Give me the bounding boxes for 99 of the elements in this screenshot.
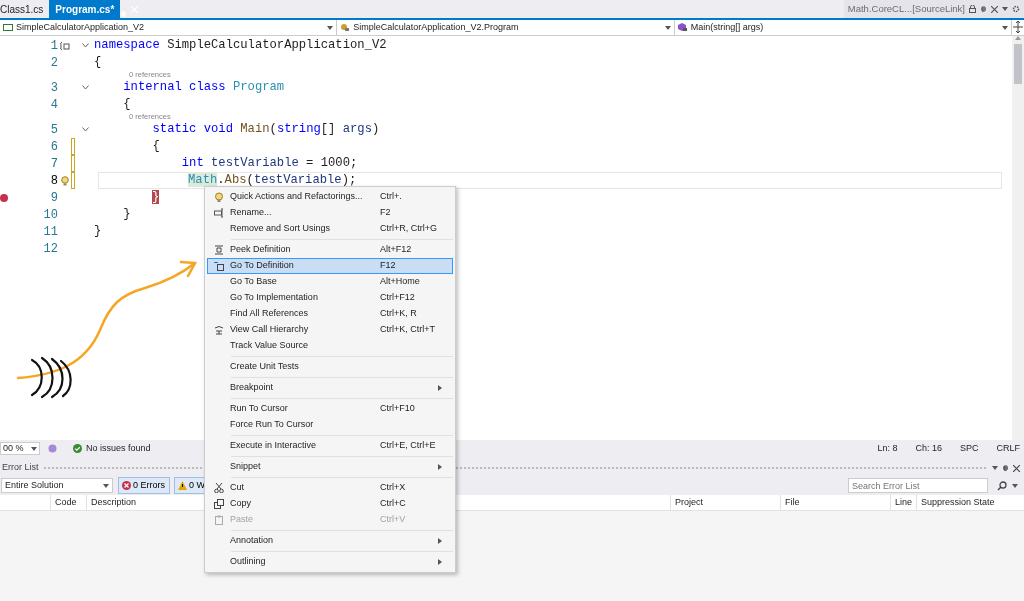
submenu-arrow-icon [438, 385, 442, 391]
menu-item[interactable]: Force Run To Cursor [207, 417, 453, 433]
settings-icon[interactable] [1012, 5, 1020, 13]
submenu-arrow-icon [438, 538, 442, 544]
goto-icon [214, 261, 224, 271]
status-text[interactable]: SPC [959, 441, 979, 456]
menu-item[interactable]: Go To Implementation Ctrl+F12 [207, 290, 453, 306]
menu-item[interactable]: Snippet [207, 459, 453, 475]
code-line: namespace SimpleCalculatorApplication_V2 [93, 37, 388, 54]
rename-icon [214, 208, 224, 218]
collapse-icon[interactable] [81, 43, 89, 48]
menu-item[interactable]: Go To Definition F12 [207, 258, 453, 274]
status-text[interactable]: Ln: 8 [877, 441, 898, 456]
line-number: 7 [49, 155, 58, 173]
scrollbar[interactable] [1012, 36, 1024, 440]
lightbulb-icon[interactable] [60, 175, 69, 186]
line-number: 9 [49, 189, 58, 207]
file-tab[interactable]: Class1.cs [0, 0, 50, 18]
peek-icon [214, 245, 224, 255]
search-icon[interactable] [997, 480, 1007, 491]
menu-item[interactable]: Go To Base Alt+Home [207, 274, 453, 290]
menu-item[interactable]: Cut Ctrl+X [207, 480, 453, 496]
column-header[interactable]: Suppression State [916, 494, 1024, 511]
column-header[interactable]: Line [890, 494, 916, 511]
column-header[interactable]: File [780, 494, 890, 511]
paste-icon [214, 515, 224, 525]
menu-item[interactable]: Copy Ctrl+C [207, 496, 453, 512]
line-number: 5 [49, 121, 58, 139]
dropdown-icon[interactable] [992, 466, 998, 470]
hierarchy-icon [214, 325, 224, 335]
code-line: { [151, 138, 161, 155]
line-number: 2 [49, 54, 58, 72]
line-number: 11 [42, 223, 58, 241]
check-icon [73, 444, 82, 453]
copy-icon [214, 499, 224, 509]
code-line: static void Main(string[] args) [151, 121, 381, 138]
line-number: 8 [49, 172, 58, 190]
code-line: { [93, 54, 103, 71]
project-icon [3, 23, 13, 32]
panel-title: Error List [1, 461, 39, 475]
search-field[interactable]: Search Error List [848, 478, 988, 493]
menu-item[interactable]: Track Value Source [207, 338, 453, 354]
collapse-icon[interactable] [81, 85, 89, 90]
preview-tab[interactable]: Math.CoreCL...[SourceLink] [843, 0, 1024, 18]
status-text[interactable]: Ch: 16 [915, 441, 942, 456]
dropdown-icon[interactable] [1012, 483, 1018, 488]
line-number: 10 [42, 206, 58, 224]
menu-item[interactable]: Execute in Interactive Ctrl+E, Ctrl+E [207, 438, 453, 454]
line-number: 6 [49, 138, 58, 156]
lightbulb-icon [214, 192, 224, 202]
menu-item[interactable]: Run To Cursor Ctrl+F10 [207, 401, 453, 417]
warning-icon [178, 481, 187, 490]
line-number: 12 [42, 240, 58, 258]
menu-item[interactable]: Breakpoint [207, 380, 453, 396]
dropdown-icon[interactable] [103, 483, 109, 488]
submenu-arrow-icon [438, 464, 442, 470]
class-icon [340, 23, 351, 32]
menu-item[interactable]: Find All References Ctrl+K, R [207, 306, 453, 322]
code-line: } [122, 206, 132, 223]
line-number: 1 [49, 37, 58, 55]
file-tab[interactable]: Program.cs* [49, 0, 121, 18]
dropdown-icon[interactable] [327, 25, 334, 30]
menu-item[interactable]: Quick Actions and Refactorings... Ctrl+. [207, 189, 453, 205]
code-line: { [122, 96, 132, 113]
lock-icon [969, 5, 976, 13]
line-number: 4 [49, 96, 58, 114]
column-header[interactable]: Project [670, 494, 780, 511]
column-header[interactable]: Code [50, 494, 86, 511]
scope-dropdown[interactable]: Entire Solution [1, 478, 113, 493]
issues-status[interactable]: No issues found [86, 441, 151, 456]
method-icon [677, 23, 688, 32]
close-icon[interactable] [991, 5, 998, 13]
error-icon [122, 481, 131, 490]
menu-item[interactable]: Create Unit Tests [207, 359, 453, 375]
code-line: } [93, 223, 103, 240]
dropdown-icon[interactable] [31, 446, 37, 451]
status-text[interactable]: CRLF [996, 441, 1020, 456]
zoom-dropdown[interactable]: 00 % [0, 442, 40, 455]
code-line: internal class Program [122, 79, 286, 96]
dropdown[interactable]: SimpleCalculatorApplication_V2 [0, 20, 338, 35]
dropdown-icon[interactable] [1002, 25, 1008, 30]
menu-item[interactable]: Annotation [207, 533, 453, 549]
menu-item[interactable]: Remove and Sort Usings Ctrl+R, Ctrl+G [207, 221, 453, 237]
dropdown-icon[interactable] [664, 25, 671, 30]
split-icon[interactable] [1012, 20, 1024, 34]
close-icon[interactable] [1013, 464, 1020, 472]
errors-filter-button[interactable]: 0 Errors [118, 477, 170, 494]
line-number: 3 [49, 79, 58, 97]
menu-item[interactable]: Outlining [207, 554, 453, 570]
outline-icon [59, 40, 70, 51]
scrollbar-thumb[interactable] [1014, 44, 1022, 84]
submenu-arrow-icon [438, 559, 442, 565]
code-line: int testVariable = 1000; [180, 155, 359, 172]
collapse-icon[interactable] [81, 127, 89, 132]
cut-icon [214, 483, 224, 493]
dropdown-icon[interactable] [1002, 7, 1008, 11]
menu-item[interactable]: Rename... F2 [207, 205, 453, 221]
menu-item[interactable]: Peek Definition Alt+F12 [207, 242, 453, 258]
menu-item[interactable]: View Call Hierarchy Ctrl+K, Ctrl+T [207, 322, 453, 338]
